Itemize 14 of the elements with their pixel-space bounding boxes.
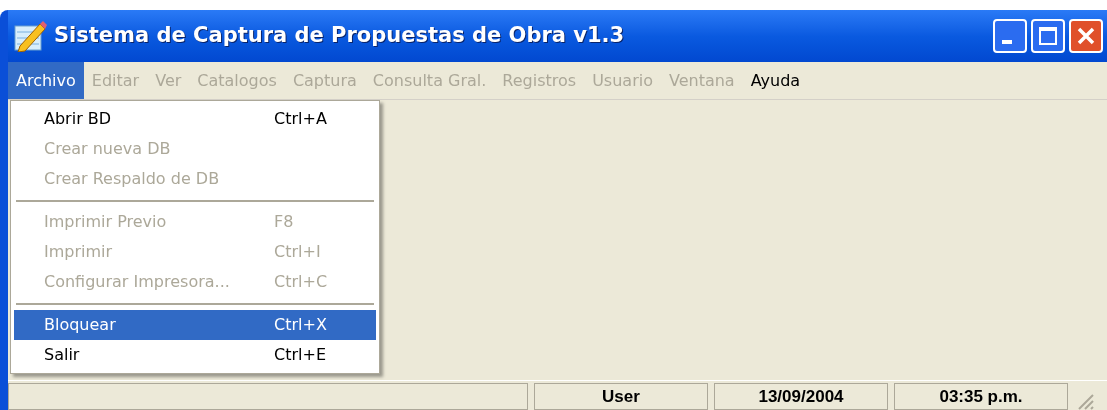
status-panel: User — [534, 383, 708, 410]
menu-item[interactable]: Abrir BD Ctrl+A — [14, 104, 376, 134]
notepad-pencil-icon — [12, 20, 48, 52]
menu-bar-item[interactable]: Archivo — [8, 62, 84, 99]
menu-item[interactable]: Bloquear Ctrl+X — [14, 310, 376, 340]
status-panel: 13/09/2004 — [714, 383, 888, 410]
menu-bar-item[interactable]: Ayuda — [742, 62, 809, 99]
close-icon — [1076, 26, 1096, 46]
window-title: Sistema de Captura de Propuestas de Obra v1.3 — [54, 22, 625, 50]
menu-item[interactable]: Salir Ctrl+E — [14, 340, 376, 370]
maximize-button[interactable] — [1031, 19, 1065, 53]
status-panel: 03:35 p.m. — [894, 383, 1068, 410]
close-button[interactable] — [1069, 19, 1103, 53]
minimize-button[interactable] — [993, 19, 1027, 53]
